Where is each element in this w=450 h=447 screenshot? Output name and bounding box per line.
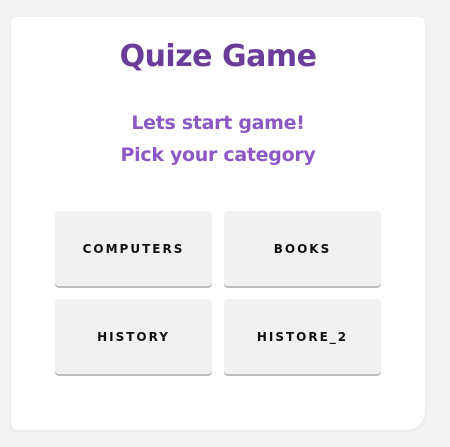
category-button-history[interactable]: HISTORY	[55, 299, 212, 374]
quiz-card: Quize Game Lets start game! Pick your ca…	[11, 17, 425, 430]
subtitle-start: Lets start game!	[131, 112, 305, 134]
page-title: Quize Game	[119, 39, 317, 74]
page: Quize Game Lets start game! Pick your ca…	[0, 0, 450, 447]
category-button-books[interactable]: BOOKS	[224, 211, 381, 286]
category-button-computers[interactable]: COMPUTERS	[55, 211, 212, 286]
category-button-histore-2[interactable]: HISTORE_2	[224, 299, 381, 374]
subtitle-pick-category: Pick your category	[120, 144, 316, 166]
